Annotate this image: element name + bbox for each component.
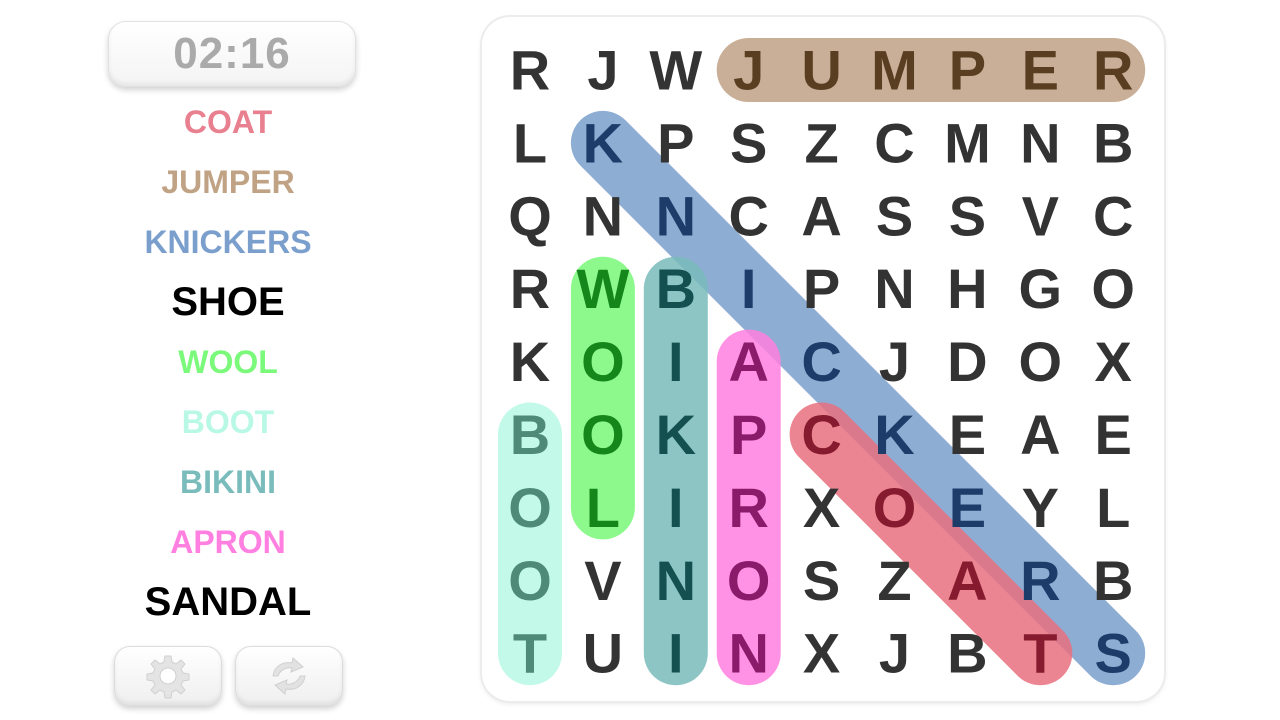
grid-cell[interactable]: C bbox=[874, 111, 914, 174]
grid-cell[interactable]: R bbox=[728, 476, 768, 539]
grid-cell[interactable]: S bbox=[876, 184, 913, 247]
grid-cell[interactable]: O bbox=[508, 476, 552, 539]
grid-cell[interactable]: I bbox=[668, 476, 684, 539]
word-list-item: APRON bbox=[170, 524, 286, 560]
grid-cell[interactable]: X bbox=[1095, 330, 1132, 393]
word-list-item: WOOL bbox=[178, 344, 278, 380]
grid-cell[interactable]: O bbox=[727, 549, 771, 612]
gear-icon bbox=[146, 655, 190, 699]
grid-cell[interactable]: O bbox=[1019, 330, 1063, 393]
grid-cell[interactable]: L bbox=[586, 476, 620, 539]
grid-cell[interactable]: P bbox=[803, 257, 840, 320]
word-list-item: SANDAL bbox=[144, 580, 312, 624]
grid-cell[interactable]: B bbox=[1093, 549, 1133, 612]
grid-cell[interactable]: K bbox=[510, 330, 550, 393]
grid-cell[interactable]: S bbox=[949, 184, 986, 247]
grid-cell[interactable]: T bbox=[1023, 622, 1057, 685]
word-list-item: BIKINI bbox=[180, 464, 276, 500]
timer-display: 02:16 bbox=[108, 21, 356, 87]
grid-cell[interactable]: N bbox=[1020, 111, 1060, 174]
grid-cell[interactable]: V bbox=[584, 549, 621, 612]
word-list-item: COAT bbox=[183, 104, 273, 140]
grid-cell[interactable]: O bbox=[508, 549, 552, 612]
grid-cell[interactable]: J bbox=[733, 39, 764, 102]
puzzle-board: RJWJUMPERLKPSZCMNBQNNCASSVCRWBIPNHGOKOIA… bbox=[482, 17, 1164, 701]
grid-cell[interactable]: E bbox=[1095, 403, 1132, 466]
grid-cell[interactable]: T bbox=[513, 622, 547, 685]
grid-cell[interactable]: P bbox=[657, 111, 694, 174]
grid-cell[interactable]: K bbox=[583, 111, 623, 174]
grid-cell[interactable]: A bbox=[728, 330, 768, 393]
grid-cell[interactable]: K bbox=[874, 403, 914, 466]
grid-cell[interactable]: L bbox=[513, 111, 547, 174]
grid-cell[interactable]: K bbox=[656, 403, 696, 466]
grid-cell[interactable]: W bbox=[576, 257, 629, 320]
grid-cell[interactable]: R bbox=[510, 257, 550, 320]
grid-cell[interactable]: I bbox=[668, 622, 684, 685]
grid-cell[interactable]: N bbox=[583, 184, 623, 247]
grid-cell[interactable]: S bbox=[803, 549, 840, 612]
grid-cell[interactable]: U bbox=[583, 622, 623, 685]
grid-cell[interactable]: N bbox=[728, 622, 768, 685]
grid-cell[interactable]: Y bbox=[1022, 476, 1059, 539]
grid-cell[interactable]: O bbox=[581, 403, 625, 466]
word-list-item: JUMPER bbox=[161, 164, 295, 200]
grid-cell[interactable]: C bbox=[801, 403, 841, 466]
grid-cell[interactable]: P bbox=[949, 39, 986, 102]
grid-cell[interactable]: J bbox=[587, 39, 618, 102]
word-list-item: BOOT bbox=[181, 404, 275, 440]
grid-cell[interactable]: Z bbox=[877, 549, 911, 612]
grid-cell[interactable]: V bbox=[1022, 184, 1059, 247]
grid-cell[interactable]: O bbox=[873, 476, 917, 539]
settings-button[interactable] bbox=[114, 646, 222, 706]
letter-grid[interactable]: R J W J U M P E RL K P S Z C M N BQ N N C A S S V CR W B I P N H G OK O I A… bbox=[482, 17, 1164, 701]
grid-cell[interactable]: B bbox=[1093, 111, 1133, 174]
grid-cell[interactable]: B bbox=[656, 257, 696, 320]
grid-cell[interactable]: R bbox=[1093, 39, 1133, 102]
grid-cell[interactable]: C bbox=[801, 330, 841, 393]
grid-cell[interactable]: Q bbox=[508, 184, 552, 247]
grid-cell[interactable]: U bbox=[801, 39, 841, 102]
word-list-item: KNICKERS bbox=[144, 224, 312, 260]
grid-cell[interactable]: A bbox=[1020, 403, 1060, 466]
grid-cell[interactable]: J bbox=[879, 330, 910, 393]
grid-cell[interactable]: N bbox=[656, 184, 696, 247]
grid-cell[interactable]: J bbox=[879, 622, 910, 685]
grid-cell[interactable]: B bbox=[510, 403, 550, 466]
grid-cell[interactable]: E bbox=[1022, 39, 1059, 102]
grid-cell[interactable]: X bbox=[803, 476, 840, 539]
grid-cell[interactable]: A bbox=[947, 549, 987, 612]
grid-cell[interactable]: G bbox=[1019, 257, 1063, 320]
grid-cell[interactable]: C bbox=[1093, 184, 1133, 247]
grid-cell[interactable]: B bbox=[947, 622, 987, 685]
grid-cell[interactable]: P bbox=[730, 403, 767, 466]
grid-cell[interactable]: S bbox=[730, 111, 767, 174]
grid-cell[interactable]: I bbox=[668, 330, 684, 393]
grid-cell[interactable]: W bbox=[649, 39, 702, 102]
grid-cell[interactable]: S bbox=[1095, 622, 1132, 685]
grid-cell[interactable]: N bbox=[656, 549, 696, 612]
grid-cell[interactable]: O bbox=[1091, 257, 1135, 320]
grid-cell[interactable]: M bbox=[871, 39, 918, 102]
grid-cell[interactable]: H bbox=[947, 257, 987, 320]
grid-cell[interactable]: R bbox=[1020, 549, 1060, 612]
grid-cell[interactable]: R bbox=[510, 39, 550, 102]
refresh-button[interactable] bbox=[235, 646, 343, 706]
grid-cell[interactable]: O bbox=[581, 330, 625, 393]
refresh-icon bbox=[272, 657, 306, 695]
grid-cell[interactable]: D bbox=[947, 330, 987, 393]
grid-cell[interactable]: E bbox=[949, 403, 986, 466]
grid-cell[interactable]: E bbox=[949, 476, 986, 539]
grid-cell[interactable]: C bbox=[728, 184, 768, 247]
grid-cell[interactable]: N bbox=[874, 257, 914, 320]
grid-cell[interactable]: I bbox=[741, 257, 757, 320]
word-list-item: SHOE bbox=[171, 280, 285, 324]
grid-cell[interactable]: Z bbox=[804, 111, 838, 174]
grid-cell[interactable]: L bbox=[1096, 476, 1130, 539]
grid-cell[interactable]: X bbox=[803, 622, 840, 685]
grid-cell[interactable]: M bbox=[944, 111, 991, 174]
grid-cell[interactable]: A bbox=[801, 184, 841, 247]
timer-value: 02:16 bbox=[173, 29, 291, 78]
